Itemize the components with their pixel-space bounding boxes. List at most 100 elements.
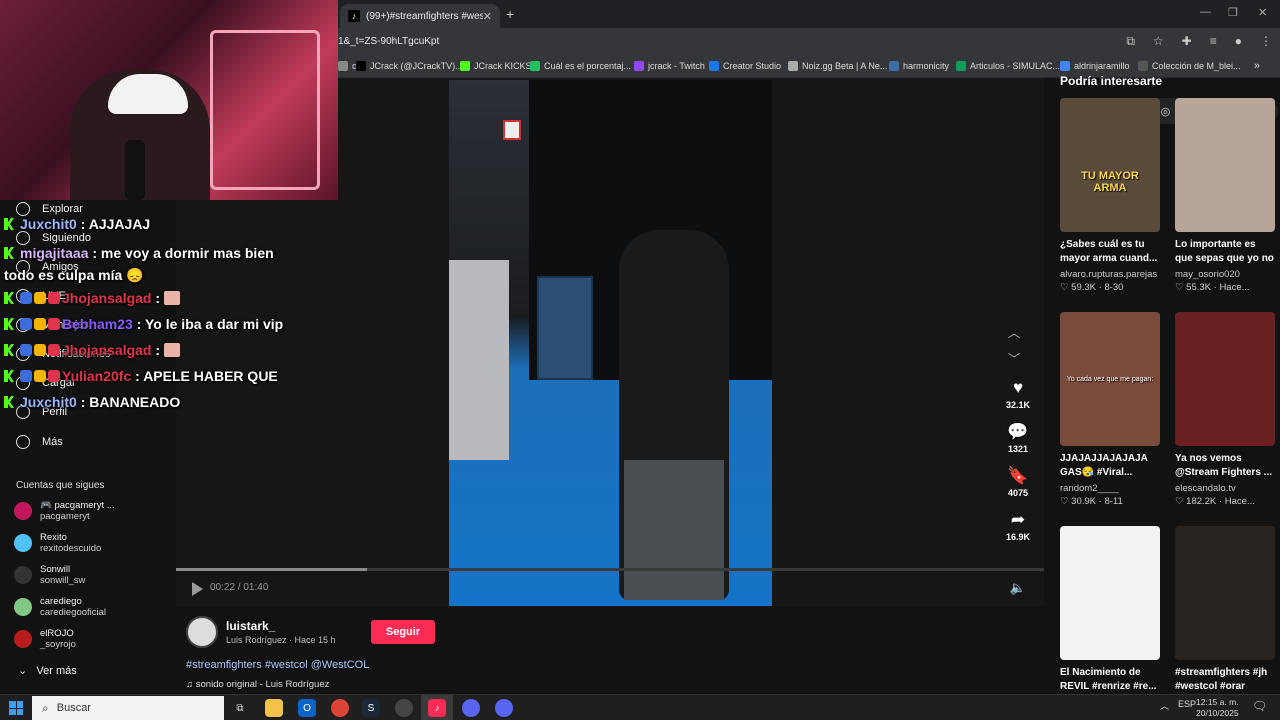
tiktok-app-icon[interactable]: ♪: [428, 699, 446, 717]
video-meta: ♡ 59.3K · 8-30: [1060, 282, 1124, 293]
followed-account[interactable]: 🎮 pacgameryt ... pacgameryt: [14, 500, 115, 522]
video-thumbnail[interactable]: [1175, 312, 1275, 446]
followed-account[interactable]: Rexito rexitodescuido: [14, 532, 101, 554]
bookmark-item[interactable]: JCrack KICKS: [460, 61, 532, 71]
pip-icon[interactable]: ◎: [1161, 105, 1171, 118]
browser-tab[interactable]: ♪ (99+)#streamfighters #westcol ✕: [340, 4, 500, 28]
bookmark-item[interactable]: JCrack (@JCrackTV)...: [356, 61, 463, 71]
share-button[interactable]: ➦ 16.9K: [996, 510, 1040, 542]
avatar[interactable]: [14, 566, 32, 584]
previous-video-icon[interactable]: ︿: [1008, 324, 1020, 341]
video-sound[interactable]: ♫ sonido original - Luis Rodríguez: [186, 679, 329, 690]
obs-icon[interactable]: [395, 699, 413, 717]
video-frame[interactable]: [449, 80, 772, 606]
media-icon[interactable]: ≡: [1210, 34, 1217, 49]
outlook-icon[interactable]: O: [298, 699, 316, 717]
chat-username[interactable]: migajitaaa: [20, 245, 88, 261]
bookmark-star-icon[interactable]: ☆: [1153, 34, 1164, 49]
recommended-video-card[interactable]: Yo cada vez que me pagan: JJAJAJJAJAJAJA …: [1060, 312, 1160, 507]
recommended-video-card[interactable]: TU MAYOR ARMA ¿Sabes cuál es tu mayor arm…: [1060, 98, 1160, 293]
video-author[interactable]: alvaro.rupturas.parejas: [1060, 269, 1160, 280]
followed-account[interactable]: Sonwill sonwill_sw: [14, 564, 85, 586]
bookmark-item[interactable]: Cuál es el porcentaj...: [530, 61, 631, 71]
author-username[interactable]: luistark_: [226, 619, 336, 633]
url-field[interactable]: 1&_t=ZS-90hLTgcuKpt: [338, 36, 439, 47]
tray-arrow-icon[interactable]: ︿: [1160, 699, 1169, 712]
bookmark-item[interactable]: Colección de M_blei...: [1138, 61, 1241, 71]
recommended-video-card[interactable]: Ya nos vemos @Stream Fighters ... elescan…: [1175, 312, 1275, 507]
menu-icon[interactable]: ⋮: [1260, 34, 1272, 49]
profile-icon[interactable]: ●: [1235, 34, 1242, 49]
video-author[interactable]: luistark_ Luis Rodríguez · Hace 15 h: [186, 616, 336, 648]
taskbar-search[interactable]: ⌕ Buscar: [32, 696, 224, 720]
video-thumbnail[interactable]: Yo cada vez que me pagan:: [1060, 312, 1160, 446]
comment-button[interactable]: 💬 1321: [996, 422, 1040, 454]
followed-account[interactable]: carediego carediegooficial: [14, 596, 106, 618]
video-caption[interactable]: #streamfighters #jh #westcol #orar: [1175, 666, 1275, 694]
avatar[interactable]: [14, 630, 32, 648]
restore-icon[interactable]: ❐: [1228, 6, 1238, 19]
close-tab-icon[interactable]: ✕: [483, 10, 492, 23]
language-indicator[interactable]: ESP: [1178, 699, 1196, 709]
more-bookmarks-icon[interactable]: »: [1254, 60, 1260, 72]
chrome-icon[interactable]: [331, 699, 349, 717]
video-hashtags[interactable]: #streamfighters #westcol @WestCOL: [186, 659, 369, 671]
bookmark-item[interactable]: Articulos - SIMULAC...: [956, 61, 1060, 71]
video-caption[interactable]: Lo importante es que sepas que yo no m..…: [1175, 238, 1275, 266]
like-button[interactable]: ♥ 32.1K: [996, 378, 1040, 410]
minimize-icon[interactable]: —: [1200, 6, 1211, 18]
followed-account[interactable]: elROJO _soyrojo: [14, 628, 76, 650]
bookmark-item[interactable]: jcrack - Twitch: [634, 61, 705, 71]
save-button[interactable]: 🔖 4075: [996, 466, 1040, 498]
chat-username[interactable]: Juxchit0: [20, 394, 77, 410]
video-thumbnail[interactable]: [1175, 98, 1275, 232]
video-caption[interactable]: Ya nos vemos @Stream Fighters ...: [1175, 452, 1275, 480]
recommended-video-card[interactable]: #streamfighters #jh #westcol #orar: [1175, 526, 1275, 694]
chat-username[interactable]: Bebham23: [62, 316, 133, 332]
cast-icon[interactable]: ⧉: [1126, 34, 1135, 49]
video-caption[interactable]: El Nacimiento de REVIL #renrize #re...: [1060, 666, 1160, 694]
sidebar-item-explorar[interactable]: Explorar: [16, 202, 83, 216]
video-author[interactable]: elescandalo.tv: [1175, 483, 1275, 494]
extensions-icon[interactable]: ✚: [1182, 34, 1192, 49]
recommended-video-card[interactable]: El Nacimiento de REVIL #renrize #re...: [1060, 526, 1160, 694]
notifications-icon[interactable]: 🗨: [1252, 699, 1267, 713]
close-window-icon[interactable]: ✕: [1258, 6, 1267, 19]
bookmark-item[interactable]: Noiz.gg Beta | A Ne...: [788, 61, 887, 71]
next-video-icon[interactable]: ﹀: [1008, 350, 1020, 367]
see-more-link[interactable]: ⌄ Ver más: [18, 664, 77, 677]
sidebar-item-ms[interactable]: Más: [16, 435, 63, 449]
steam-icon[interactable]: S: [362, 699, 380, 717]
new-tab-button[interactable]: +: [506, 6, 514, 22]
task-view-icon[interactable]: ⧉: [231, 699, 249, 717]
chat-username[interactable]: Jhojansalgad: [62, 290, 151, 306]
avatar[interactable]: [14, 598, 32, 616]
file-explorer-icon[interactable]: [265, 699, 283, 717]
volume-icon[interactable]: 🔈: [1010, 580, 1026, 596]
discord-icon[interactable]: [495, 699, 513, 717]
chat-username[interactable]: Juxchit0: [20, 216, 77, 232]
video-caption[interactable]: JJAJAJJAJAJAJA GAS😪 #Viral...: [1060, 452, 1160, 480]
chat-username[interactable]: Jhojansalgad: [62, 342, 151, 358]
bookmark-item[interactable]: Creator Studio: [709, 61, 781, 71]
author-avatar[interactable]: [186, 616, 218, 648]
follow-button[interactable]: Seguir: [371, 620, 435, 644]
app-icon[interactable]: [462, 699, 480, 717]
bookmark-item[interactable]: harmonicity: [889, 61, 949, 71]
video-caption[interactable]: ¿Sabes cuál es tu mayor arma cuand...: [1060, 238, 1160, 266]
video-thumbnail[interactable]: [1175, 526, 1275, 660]
video-author[interactable]: may_osorio020: [1175, 269, 1275, 280]
video-thumbnail[interactable]: [1060, 526, 1160, 660]
avatar[interactable]: [14, 534, 32, 552]
video-author[interactable]: random2____: [1060, 483, 1160, 494]
chat-username[interactable]: Yulian20fc: [62, 368, 131, 384]
video-thumbnail[interactable]: TU MAYOR ARMA: [1060, 98, 1160, 232]
windows-start-icon[interactable]: [9, 701, 23, 715]
progress-bar[interactable]: [176, 568, 1044, 571]
recommended-video-card[interactable]: Lo importante es que sepas que yo no m..…: [1175, 98, 1275, 293]
clock[interactable]: 12:15 a. m. 20/10/2025: [1196, 697, 1239, 719]
bookmark-item[interactable]: aldrinjaramillo: [1060, 61, 1130, 71]
chevron-down-icon: ⌄: [18, 665, 28, 677]
play-icon[interactable]: [192, 582, 203, 596]
avatar[interactable]: [14, 502, 32, 520]
